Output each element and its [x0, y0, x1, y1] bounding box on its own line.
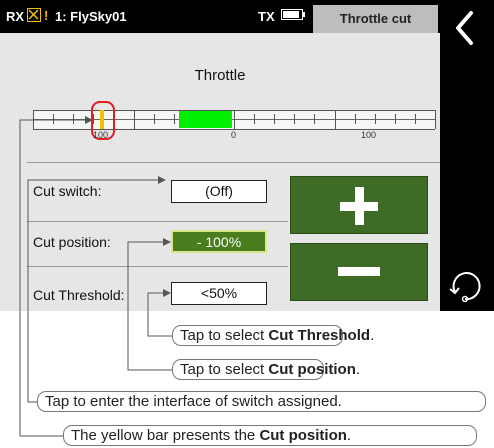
callout-cut-threshold: Tap to select Cut Threshold.: [172, 325, 374, 346]
callout-leader-lines: [19, 116, 175, 437]
callout-switch-assigned: Tap to enter the interface of switch ass…: [37, 391, 486, 412]
callout-cut-position: Tap to select Cut position.: [172, 359, 360, 380]
callout-yellow-bar: The yellow bar presents the Cut position…: [63, 425, 477, 446]
